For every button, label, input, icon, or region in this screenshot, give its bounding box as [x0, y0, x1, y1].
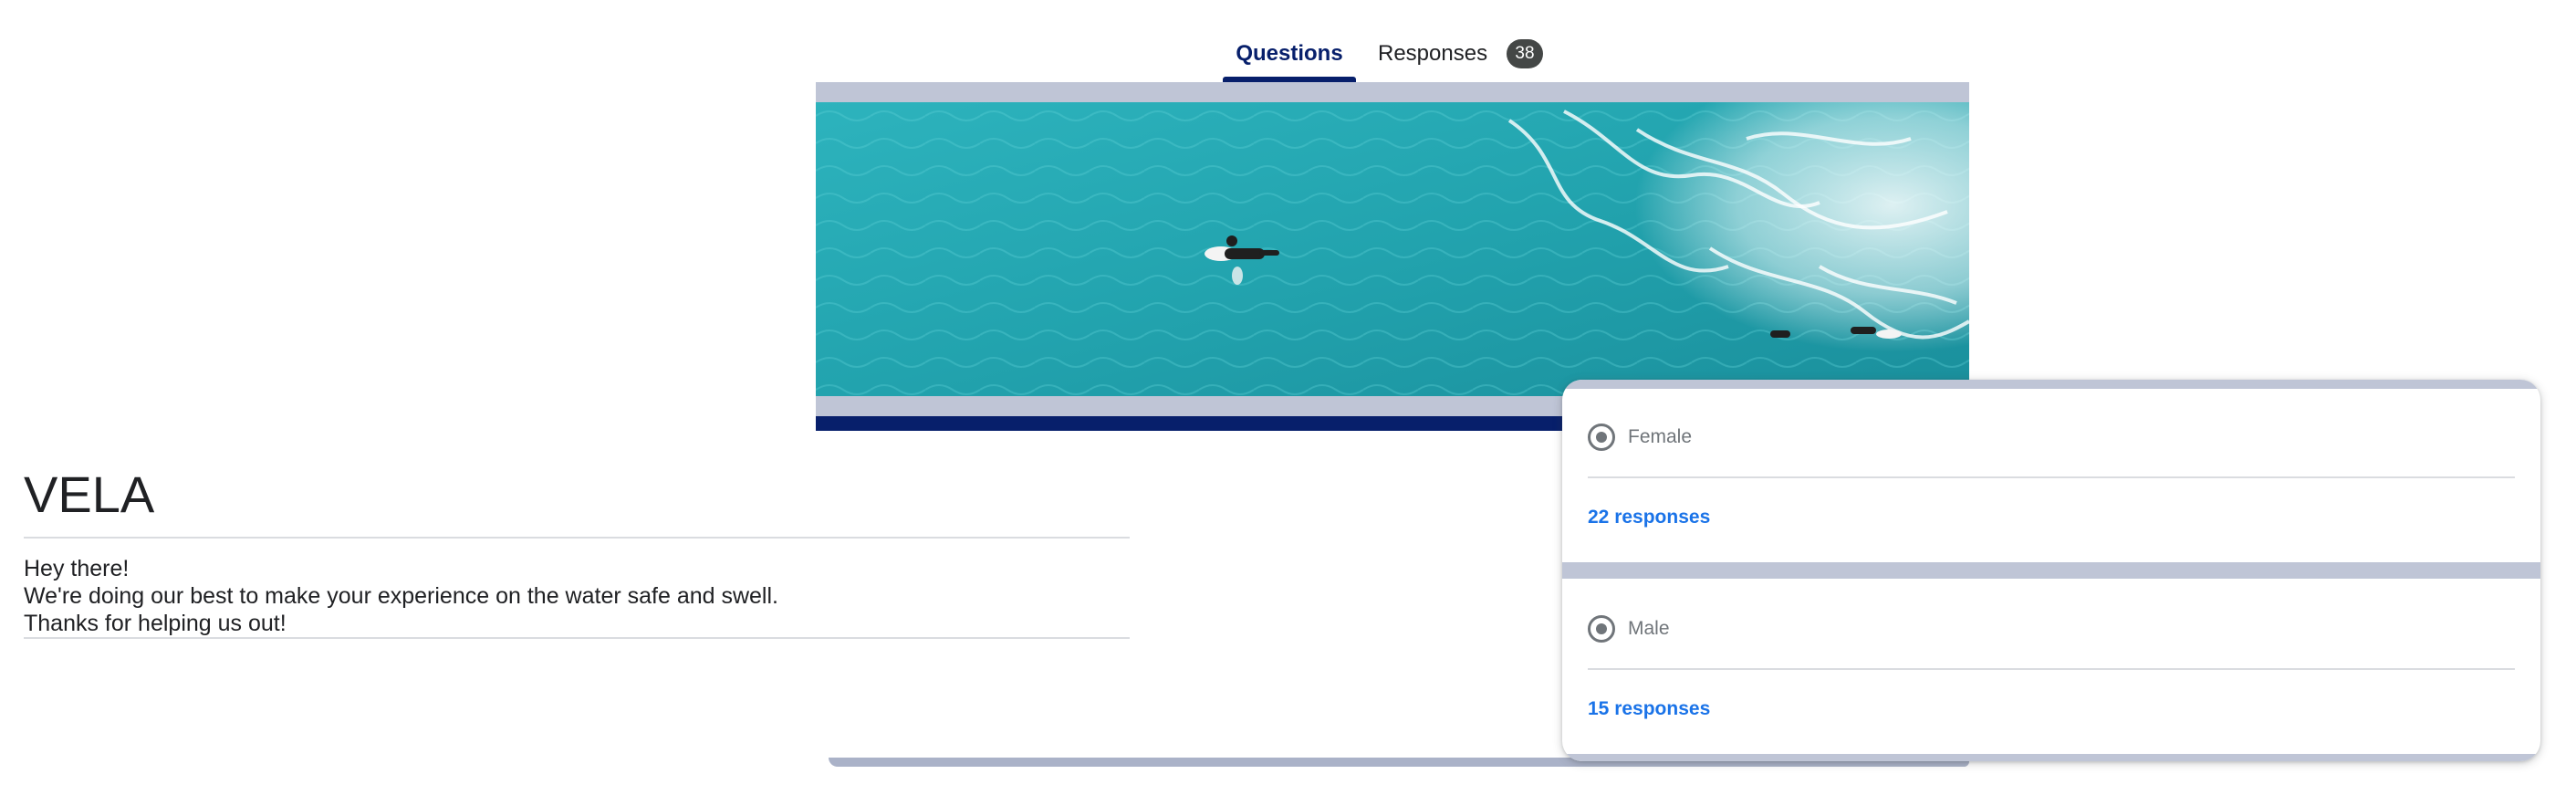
option-row-female: Female	[1588, 418, 2515, 458]
radio-selected-icon	[1588, 424, 1615, 451]
form-title[interactable]: VELA	[24, 465, 154, 524]
description-line: We're doing our best to make your experi…	[24, 583, 778, 609]
responses-count-badge: 38	[1507, 39, 1543, 68]
description-line: Hey there!	[24, 556, 130, 581]
panel-section-divider	[1562, 562, 2540, 579]
option-divider	[1588, 476, 2515, 478]
tab-responses[interactable]: Responses 38	[1378, 26, 1560, 82]
header-image	[816, 102, 1969, 396]
option-row-male: Male	[1588, 610, 2515, 650]
description-line: Thanks for helping us out!	[24, 611, 287, 636]
form-tabs: Questions Responses 38	[1223, 26, 1570, 82]
panel-bottom-strip	[1562, 754, 2540, 761]
panel-top-strip	[1562, 380, 2540, 389]
tab-questions[interactable]: Questions	[1223, 26, 1356, 82]
title-divider	[24, 537, 1130, 539]
female-responses-link[interactable]: 22 responses	[1588, 504, 1710, 531]
male-responses-link[interactable]: 15 responses	[1588, 696, 1710, 723]
form-description[interactable]: Hey there! We're doing our best to make …	[24, 555, 1130, 637]
radio-selected-icon	[1588, 615, 1615, 643]
option-divider	[1588, 668, 2515, 670]
option-label: Male	[1628, 618, 1670, 639]
theme-strip-top	[816, 82, 1969, 102]
description-divider	[24, 637, 1130, 639]
response-summary-panel: Female 22 responses Male 15 responses	[1562, 380, 2540, 761]
tab-responses-label: Responses	[1378, 41, 1488, 66]
option-label: Female	[1628, 426, 1693, 447]
tab-questions-label: Questions	[1236, 41, 1343, 66]
